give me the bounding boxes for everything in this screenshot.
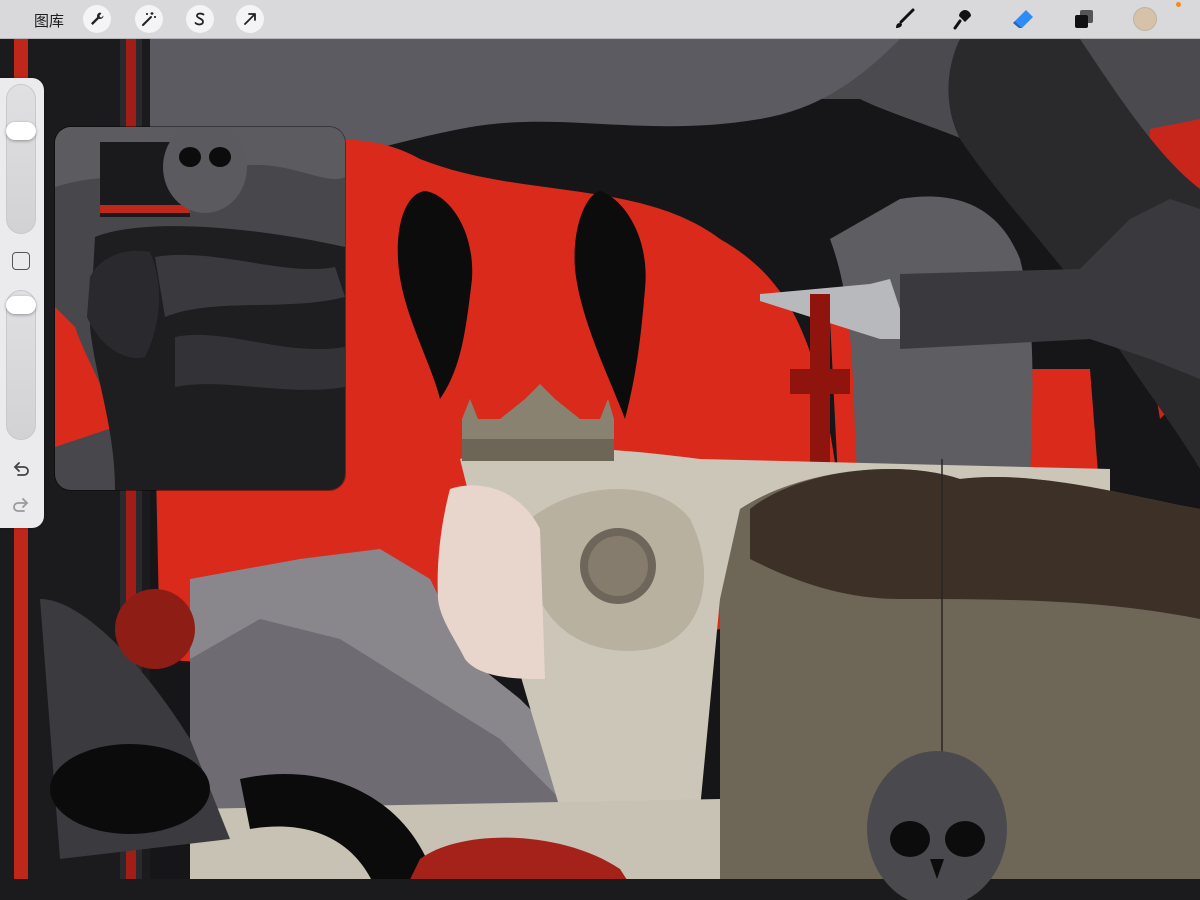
eraser-icon[interactable] bbox=[1010, 6, 1036, 32]
opacity-slider[interactable] bbox=[6, 290, 36, 440]
wrench-icon[interactable] bbox=[83, 5, 111, 33]
magic-wand-icon[interactable] bbox=[135, 5, 163, 33]
reference-image bbox=[55, 127, 345, 490]
brush-size-slider[interactable] bbox=[6, 84, 36, 234]
gallery-button[interactable]: 图库 bbox=[34, 10, 64, 31]
status-indicator-dot bbox=[1176, 2, 1181, 7]
opacity-slider-thumb[interactable] bbox=[6, 296, 36, 314]
brush-size-slider-thumb[interactable] bbox=[6, 121, 36, 140]
arrow-cursor-icon[interactable] bbox=[236, 5, 264, 33]
color-picker-swatch[interactable] bbox=[1133, 7, 1157, 31]
undo-icon[interactable] bbox=[10, 460, 32, 482]
smudge-icon[interactable] bbox=[950, 6, 976, 32]
reference-window[interactable] bbox=[55, 127, 345, 490]
redo-icon[interactable] bbox=[10, 496, 32, 518]
left-sidebar bbox=[0, 78, 44, 528]
layers-icon[interactable] bbox=[1071, 6, 1097, 32]
square-modify-icon[interactable] bbox=[12, 252, 30, 270]
top-toolbar: 图库 bbox=[0, 0, 1200, 39]
brush-icon[interactable] bbox=[891, 6, 917, 32]
selection-s-icon[interactable] bbox=[186, 5, 214, 33]
